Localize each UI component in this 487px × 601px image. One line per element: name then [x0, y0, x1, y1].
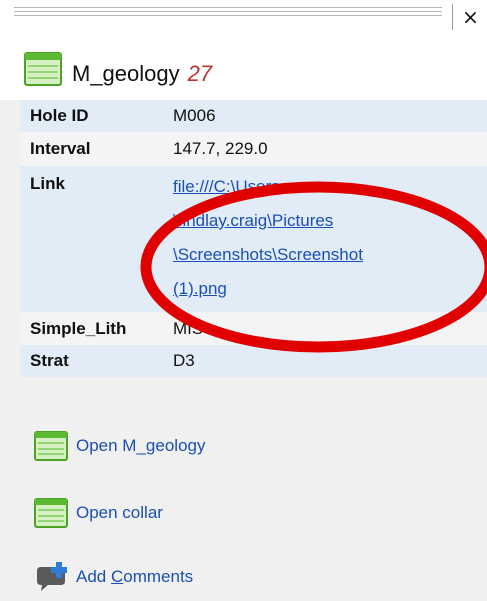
- field-value: M006: [173, 106, 216, 125]
- file-link[interactable]: \findlay.craig\Pictures: [173, 204, 487, 238]
- grid-table-icon: [24, 52, 62, 86]
- layer-title: M_geology 27: [72, 61, 212, 87]
- table-row: Strat D3: [20, 345, 487, 377]
- table-row: Link file:///C:\Users \findlay.craig\Pic…: [20, 166, 487, 312]
- comment-add-icon: [37, 562, 67, 591]
- file-link[interactable]: (1).png: [173, 272, 487, 306]
- attribute-table: Hole ID M006 Interval 147.7, 229.0 Link …: [20, 100, 487, 377]
- grid-table-icon: [34, 431, 68, 461]
- close-button[interactable]: ×: [452, 4, 487, 30]
- field-label: Strat: [30, 351, 69, 370]
- grid-table-icon: [34, 498, 68, 528]
- field-label: Interval: [30, 139, 91, 158]
- panel-titlebar: ×: [0, 0, 487, 34]
- field-value: D3: [173, 351, 195, 370]
- add-comments-button[interactable]: Add Comments: [34, 562, 193, 592]
- layer-name: M_geology: [72, 61, 180, 86]
- drag-grip[interactable]: [14, 7, 442, 21]
- panel-header: M_geology 27: [0, 34, 487, 100]
- link-value: file:///C:\Users \findlay.craig\Pictures…: [173, 166, 487, 312]
- file-link[interactable]: file:///C:\Users: [173, 170, 487, 204]
- open-m-geology-button[interactable]: Open M_geology: [34, 431, 205, 461]
- action-label: Open M_geology: [76, 436, 206, 455]
- field-value: 147.7, 229.0: [173, 139, 268, 158]
- action-label: Add Comments: [76, 567, 194, 586]
- record-count: 27: [187, 61, 213, 86]
- field-label: Hole ID: [30, 106, 89, 125]
- file-link[interactable]: \Screenshots\Screenshot: [173, 238, 487, 272]
- action-label: Open collar: [76, 503, 163, 522]
- field-label: Link: [30, 174, 65, 193]
- open-collar-button[interactable]: Open collar: [34, 498, 163, 528]
- table-row: Simple_Lith MIS: [20, 312, 487, 345]
- table-row: Hole ID M006: [20, 100, 487, 132]
- field-value: MIS: [173, 319, 204, 338]
- table-row: Interval 147.7, 229.0: [20, 132, 487, 166]
- field-label: Simple_Lith: [30, 319, 127, 338]
